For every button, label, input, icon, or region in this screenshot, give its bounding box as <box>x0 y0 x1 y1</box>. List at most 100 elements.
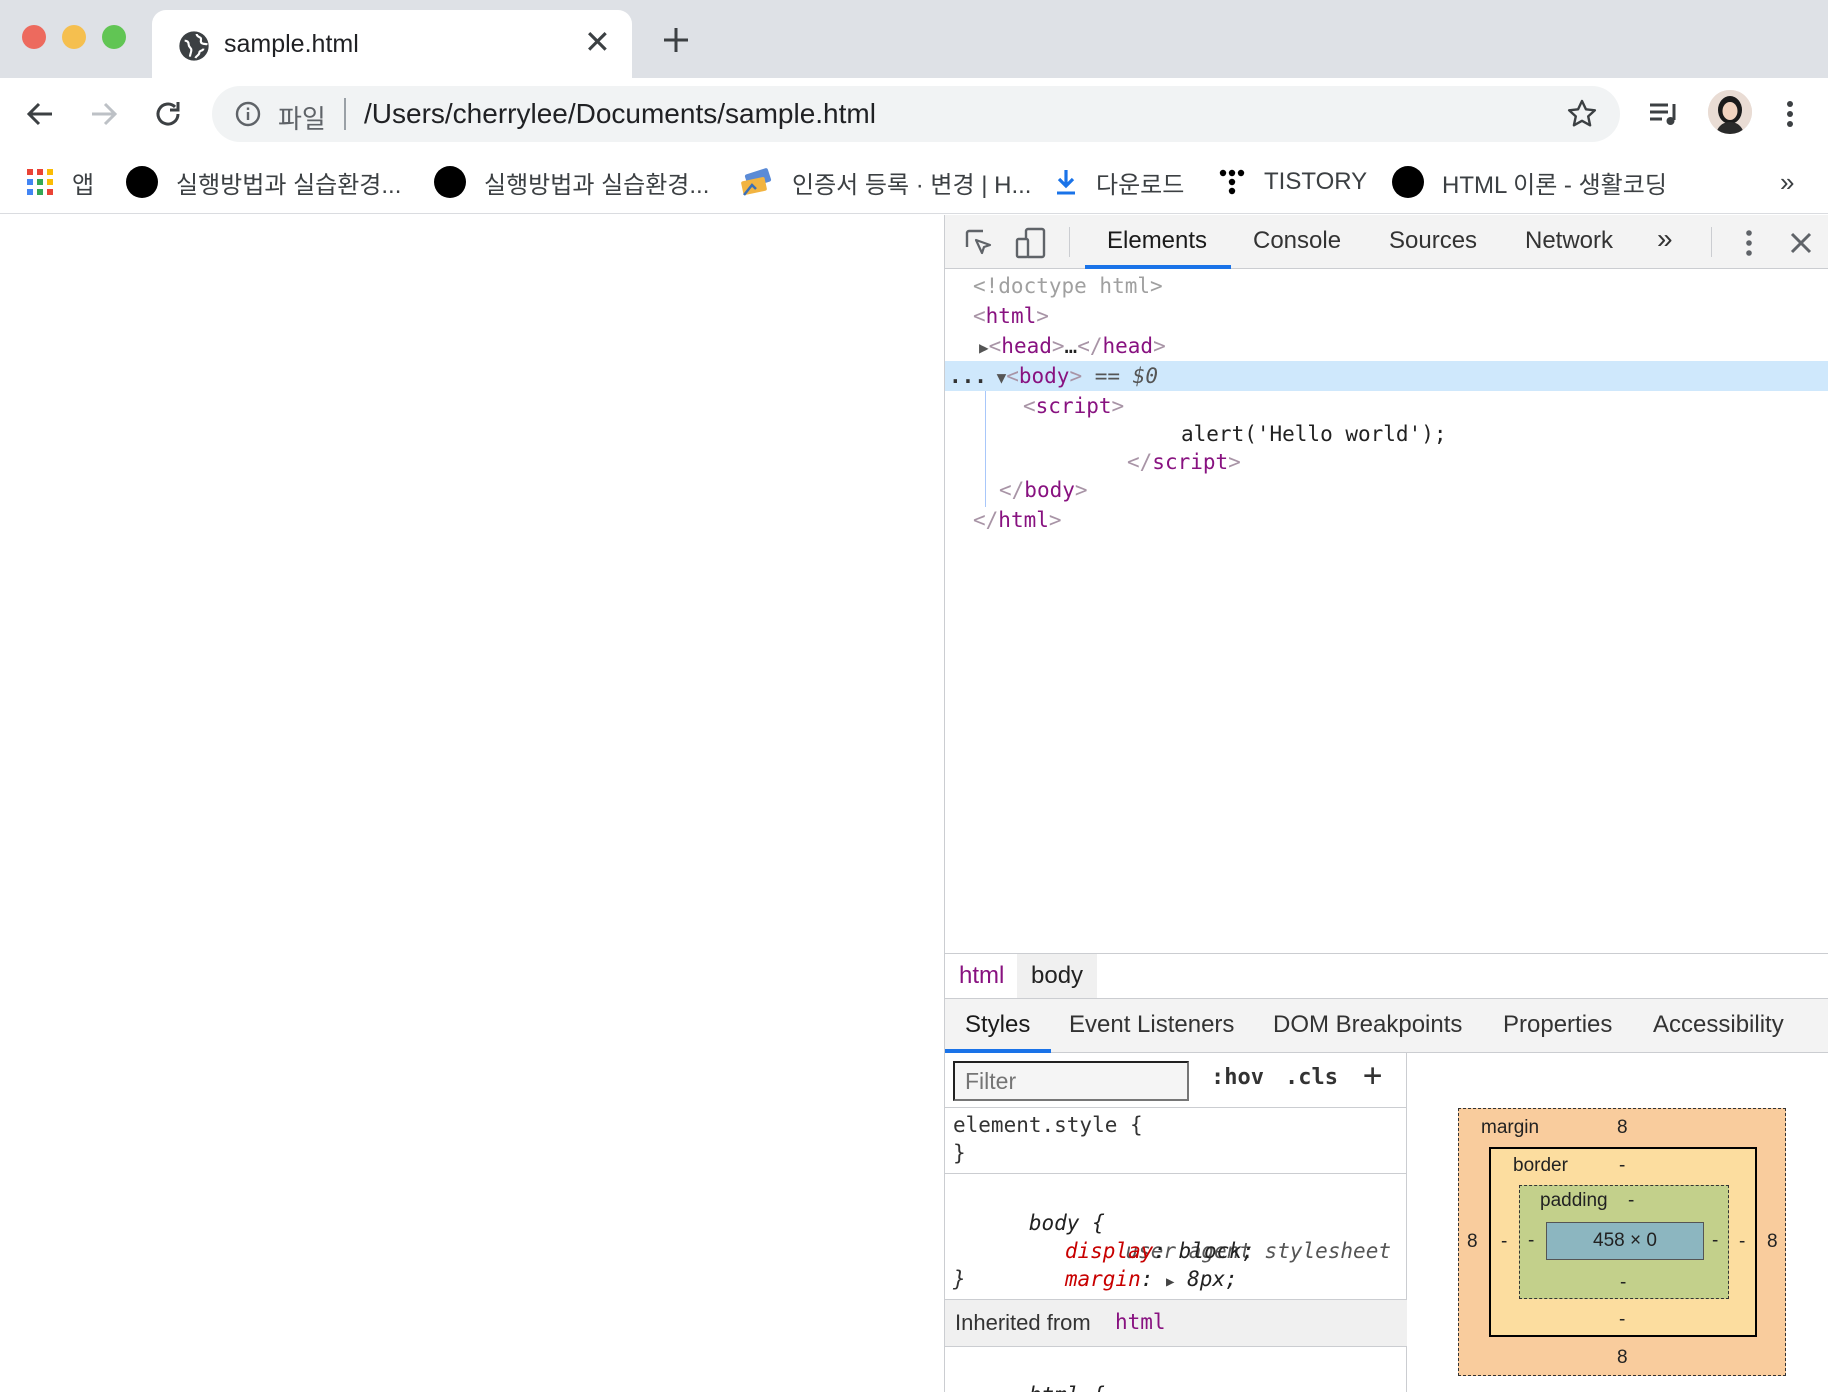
bookmark-item[interactable]: 인증서 등록 · 변경 | H... <box>740 162 1031 202</box>
margin-label: margin <box>1481 1117 1540 1138</box>
style-property[interactable]: margin: ▶ 8px; <box>953 1237 1238 1291</box>
browser-tab[interactable]: sample.html ✕ <box>152 10 632 78</box>
rule-divider <box>945 1173 1407 1174</box>
padding-top-value[interactable]: - <box>1628 1190 1634 1212</box>
margin-left-value[interactable]: 8 <box>1467 1231 1478 1253</box>
address-bar[interactable]: 파일 /Users/cherrylee/Documents/sample.htm… <box>212 86 1620 142</box>
tag-name: body <box>1018 364 1070 388</box>
window-maximize-button[interactable] <box>102 25 126 49</box>
tag-bracket: > <box>1048 508 1062 532</box>
devtools-menu-icon[interactable] <box>1743 227 1755 259</box>
doctype-text: <!doctype html> <box>973 274 1163 298</box>
dom-node-body-close[interactable]: </body> <box>945 475 1828 505</box>
border-label: border <box>1513 1155 1568 1176</box>
url-scheme-label: 파일 <box>278 104 326 134</box>
tag-bracket: > <box>1051 334 1065 358</box>
bookmark-item[interactable]: HTML 이론 - 생활코딩 <box>1392 162 1667 202</box>
collapse-triangle-icon[interactable]: ▼ <box>987 368 1007 387</box>
new-tab-icon[interactable] <box>660 24 692 56</box>
window-close-button[interactable] <box>22 25 46 49</box>
bookmark-label: 앱 <box>72 171 95 199</box>
element-style-selector[interactable]: element.style { <box>953 1111 1143 1139</box>
bookmark-label: 실행방법과 실습환경... <box>484 171 710 199</box>
box-model-border[interactable]: border - - - - padding - - - - 458 × 0 <box>1489 1147 1757 1337</box>
box-model-padding[interactable]: padding - - - - 458 × 0 <box>1519 1185 1729 1299</box>
tab-sources[interactable]: Sources <box>1389 227 1477 255</box>
tag-bracket: < <box>1006 364 1019 388</box>
dom-node-doctype[interactable]: <!doctype html> <box>945 271 1828 301</box>
dom-node-body[interactable]: ... ▼<body> == $0 <box>945 361 1828 391</box>
dom-node-script-close[interactable]: </script> <box>945 447 1828 477</box>
bookmark-apps[interactable]: 앱 <box>26 162 94 202</box>
bookmark-item[interactable]: 실행방법과 실습환경... <box>126 162 401 202</box>
device-toolbar-icon[interactable] <box>1015 227 1047 259</box>
more-tabs-button[interactable]: » <box>1657 223 1673 255</box>
tab-properties[interactable]: Properties <box>1503 1011 1612 1039</box>
styles-pane: :hov .cls + element.style { } body { use… <box>945 1053 1407 1392</box>
info-icon[interactable] <box>234 100 262 128</box>
margin-right-value[interactable]: 8 <box>1767 1231 1778 1253</box>
expand-triangle-icon[interactable]: ▶ <box>979 338 989 357</box>
margin-bottom-value[interactable]: 8 <box>1617 1347 1628 1369</box>
breadcrumb-body[interactable]: body <box>1017 954 1098 998</box>
bookmark-item[interactable]: 다운로드 <box>1054 162 1184 202</box>
tab-dom-breakpoints[interactable]: DOM Breakpoints <box>1273 1011 1462 1039</box>
inherited-from-link[interactable]: html <box>1115 1310 1166 1334</box>
bookmark-item[interactable]: TISTORY <box>1218 162 1367 202</box>
styles-filter-input[interactable] <box>953 1061 1189 1101</box>
dom-node-head[interactable]: ▶<head>…</head> <box>945 331 1828 361</box>
padding-bottom-value[interactable]: - <box>1620 1272 1626 1294</box>
forward-arrow-icon[interactable] <box>86 96 122 132</box>
tab-console[interactable]: Console <box>1253 227 1341 255</box>
tab-title: sample.html <box>224 30 359 58</box>
html-rule-selector[interactable]: html { user agent stylesheet <box>953 1353 1399 1392</box>
inspect-element-icon[interactable] <box>963 227 995 259</box>
dom-text-node[interactable]: alert('Hello world'); <box>945 419 1828 449</box>
new-style-rule-button[interactable]: + <box>1363 1059 1382 1091</box>
tab-elements[interactable]: Elements <box>1107 227 1207 255</box>
bookmark-star-icon[interactable] <box>1566 98 1598 130</box>
margin-top-value[interactable]: 8 <box>1617 1117 1628 1139</box>
url-text[interactable]: /Users/cherrylee/Documents/sample.html <box>364 98 876 130</box>
padding-left-value[interactable]: - <box>1528 1230 1534 1252</box>
bookmark-label: 다운로드 <box>1096 171 1185 199</box>
dom-node-script[interactable]: <script> <box>945 391 1828 421</box>
dom-node-html[interactable]: <html> <box>945 301 1828 331</box>
padding-label: padding <box>1540 1190 1608 1211</box>
tab-event-listeners[interactable]: Event Listeners <box>1069 1011 1234 1039</box>
certificate-favicon-icon <box>741 168 772 196</box>
window-minimize-button[interactable] <box>62 25 86 49</box>
tab-close-icon[interactable]: ✕ <box>584 26 611 58</box>
hover-state-toggle[interactable]: :hov <box>1211 1065 1264 1090</box>
globe-icon <box>179 31 209 61</box>
back-arrow-icon[interactable] <box>22 96 58 132</box>
padding-right-value[interactable]: - <box>1712 1230 1718 1252</box>
circle-favicon-icon <box>126 166 158 198</box>
border-bottom-value[interactable]: - <box>1619 1309 1625 1331</box>
tab-styles[interactable]: Styles <box>965 1011 1030 1039</box>
tag-name: head <box>1001 334 1052 358</box>
breadcrumb-html[interactable]: html <box>945 954 1018 998</box>
style-property[interactable]: display: block; <box>953 1209 1255 1263</box>
tab-accessibility[interactable]: Accessibility <box>1653 1011 1784 1039</box>
box-model-content[interactable]: 458 × 0 <box>1546 1222 1704 1260</box>
bookmarks-overflow-button[interactable]: » <box>1780 162 1794 202</box>
media-control-icon[interactable] <box>1646 96 1682 132</box>
tag-bracket: > <box>1228 450 1241 474</box>
profile-avatar[interactable] <box>1708 90 1752 134</box>
dom-node-html-close[interactable]: </html> <box>945 505 1828 535</box>
border-right-value[interactable]: - <box>1739 1231 1745 1253</box>
tab-network[interactable]: Network <box>1525 227 1613 255</box>
class-toggle[interactable]: .cls <box>1285 1065 1338 1090</box>
border-top-value[interactable]: - <box>1619 1155 1625 1177</box>
body-rule-selector[interactable]: body { user agent stylesheet <box>953 1181 1399 1263</box>
border-left-value[interactable]: - <box>1501 1231 1507 1253</box>
browser-menu-icon[interactable] <box>1780 96 1800 132</box>
row-actions-button[interactable]: ... <box>949 364 987 388</box>
bookmark-item[interactable]: 실행방법과 실습환경... <box>434 162 709 202</box>
collapsed-ellipsis[interactable]: … <box>1065 334 1078 358</box>
close-devtools-icon[interactable] <box>1789 231 1813 255</box>
devtools-toolbar: Elements Console Sources Network » <box>945 215 1828 269</box>
box-model-margin[interactable]: margin 8 8 8 8 border - - - - padding - … <box>1458 1108 1786 1376</box>
reload-icon[interactable] <box>150 96 186 132</box>
